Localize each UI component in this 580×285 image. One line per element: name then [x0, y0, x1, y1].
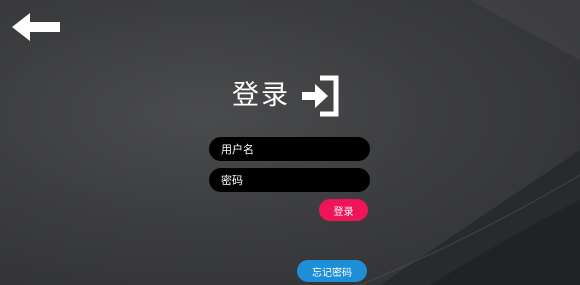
password-field[interactable]	[209, 168, 370, 192]
password-input[interactable]	[221, 173, 358, 187]
login-button[interactable]: 登录	[319, 199, 368, 221]
page-title: 登录	[232, 80, 290, 111]
back-button[interactable]	[12, 12, 60, 42]
username-field[interactable]	[209, 137, 370, 161]
title-row: 登录	[232, 74, 340, 118]
arrow-left-icon	[12, 13, 60, 41]
login-screen: 登录 登录 忘记密码	[0, 0, 580, 285]
forgot-password-button[interactable]: 忘记密码	[297, 260, 367, 282]
sign-in-icon	[302, 75, 339, 117]
username-input[interactable]	[221, 142, 358, 156]
